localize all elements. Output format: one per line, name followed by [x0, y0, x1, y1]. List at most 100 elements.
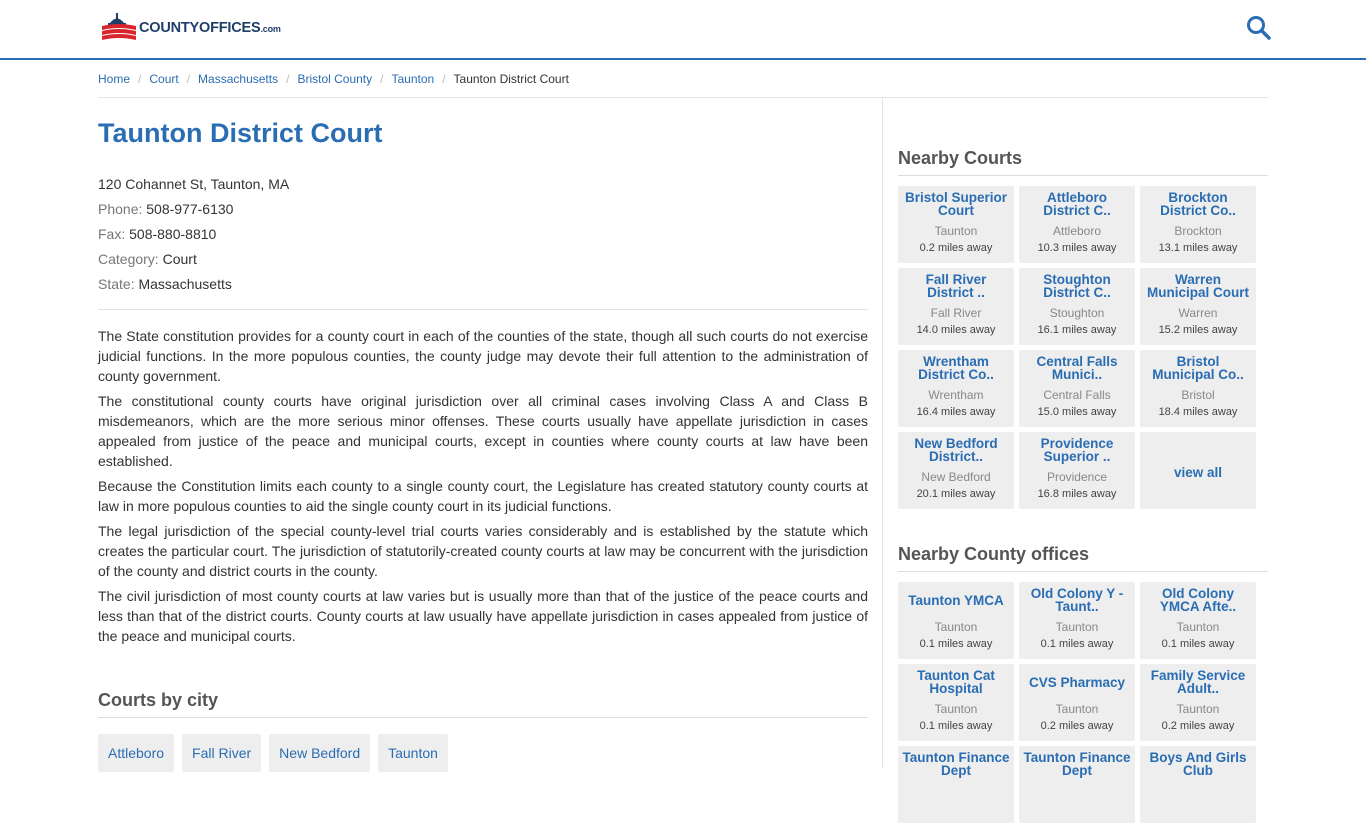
card-city: Taunton: [934, 620, 978, 634]
card-city: Taunton: [934, 224, 978, 238]
state-value: Massachusetts: [138, 276, 232, 292]
breadcrumb-city[interactable]: Taunton: [391, 72, 434, 86]
card-name: Taunton Finance Dept: [1023, 750, 1131, 778]
nearby-court-card[interactable]: Brockton District Co.. Brockton 13.1 miles…: [1140, 186, 1256, 263]
nearby-court-card[interactable]: Stoughton District C.. Stoughton 16.1 mile…: [1019, 268, 1135, 345]
card-name: Providence Superior ..: [1040, 436, 1114, 464]
nearby-court-card[interactable]: Attleboro District C.. Attleboro 10.3 mile…: [1019, 186, 1135, 263]
card-distance: 13.1 miles away: [1158, 242, 1238, 254]
city-link[interactable]: Taunton: [378, 734, 448, 772]
nearby-court-card[interactable]: Fall River District .. Fall River 14.0 mil…: [898, 268, 1014, 345]
card-name: Boys And Girls Club: [1149, 750, 1247, 778]
breadcrumb-home[interactable]: Home: [98, 72, 130, 86]
card-city: Brockton: [1174, 224, 1222, 238]
capitol-flag-icon: [102, 13, 136, 40]
card-distance: 14.0 miles away: [916, 324, 996, 336]
courts-by-city-heading: Courts by city: [98, 690, 868, 718]
nearby-office-card[interactable]: Taunton Finance Dept: [1019, 746, 1135, 823]
fax-label: Fax:: [98, 226, 126, 242]
card-distance: 0.2 miles away: [1161, 720, 1235, 732]
card-city: Fall River: [930, 306, 982, 320]
divider: [98, 309, 868, 310]
card-city: Bristol: [1181, 388, 1215, 402]
nearby-court-card[interactable]: Warren Municipal Court Warren 15.2 miles a…: [1140, 268, 1256, 345]
card-name: Family Service Adult..: [1150, 668, 1246, 696]
nearby-court-card[interactable]: Bristol Superior Court Taunton 0.2 miles a…: [898, 186, 1014, 263]
city-list: Attleboro Fall River New Bedford Taunton: [98, 734, 868, 772]
phone-value[interactable]: 508-977-6130: [146, 201, 233, 217]
nearby-court-card[interactable]: Providence Superior .. Providence 16.8 mil…: [1019, 432, 1135, 509]
card-city: Taunton: [1176, 620, 1220, 634]
nearby-court-card[interactable]: Bristol Municipal Co.. Bristol 18.4 miles …: [1140, 350, 1256, 427]
breadcrumb-county[interactable]: Bristol County: [297, 72, 372, 86]
nearby-office-card[interactable]: Family Service Adult.. Taunton 0.2 miles a…: [1140, 664, 1256, 741]
breadcrumb-state[interactable]: Massachusetts: [198, 72, 278, 86]
view-all-courts-button[interactable]: view all: [1140, 432, 1256, 509]
card-name: Central Falls Munici..: [1036, 354, 1118, 382]
description: The State constitution provides for a co…: [98, 326, 868, 646]
search-icon[interactable]: [1246, 15, 1272, 41]
phone-label: Phone:: [98, 201, 143, 217]
nearby-office-card[interactable]: Old Colony YMCA Afte.. Taunton 0.1 miles a…: [1140, 582, 1256, 659]
description-paragraph: Because the Constitution limits each cou…: [98, 478, 868, 514]
state-label: State:: [98, 276, 135, 292]
card-name: CVS Pharmacy: [1028, 674, 1126, 690]
card-city: Warren: [1178, 306, 1218, 320]
card-name: Taunton Finance Dept: [902, 750, 1010, 778]
card-distance: 0.1 miles away: [1161, 638, 1235, 650]
description-paragraph: The legal jurisdiction of the special co…: [98, 523, 868, 579]
card-name: Taunton Cat Hospital: [917, 668, 995, 696]
nearby-court-card[interactable]: Central Falls Munici.. Central Falls 15.0 …: [1019, 350, 1135, 427]
card-name: Bristol Superior Court: [904, 190, 1007, 218]
courts-by-city-section: Courts by city Attleboro Fall River New …: [98, 690, 868, 772]
card-name: Attleboro District C..: [1043, 190, 1111, 218]
card-distance: 10.3 miles away: [1037, 242, 1117, 254]
phone-line: Phone: 508-977-6130: [98, 197, 868, 222]
main-content: Taunton District Court 120 Cohannet St, …: [98, 98, 868, 651]
breadcrumb-court[interactable]: Court: [149, 72, 178, 86]
nearby-office-card[interactable]: Taunton Finance Dept: [898, 746, 1014, 823]
city-link[interactable]: Attleboro: [98, 734, 175, 772]
card-name: Old Colony YMCA Afte..: [1159, 586, 1237, 614]
city-link[interactable]: Fall River: [182, 734, 262, 772]
logo-wordmark: COUNTYOFFICES.com: [139, 20, 281, 36]
logo-part-offices: OFFICES: [199, 20, 261, 36]
card-city: Stoughton: [1049, 306, 1105, 320]
card-distance: 16.8 miles away: [1037, 488, 1117, 500]
description-paragraph: The civil jurisdiction of most county co…: [98, 588, 868, 644]
site-logo[interactable]: COUNTYOFFICES.com: [102, 11, 281, 41]
nearby-office-card[interactable]: Boys And Girls Club: [1140, 746, 1256, 823]
site-header: COUNTYOFFICES.com: [0, 0, 1366, 60]
card-city: Attleboro: [1052, 224, 1102, 238]
nearby-office-card[interactable]: Taunton YMCA Taunton 0.1 miles away: [898, 582, 1014, 659]
nearby-courts-grid: Bristol Superior Court Taunton 0.2 miles a…: [898, 186, 1268, 509]
nearby-court-card[interactable]: New Bedford District.. New Bedford 20.1 mi…: [898, 432, 1014, 509]
logo-part-county: COUNTY: [139, 20, 200, 36]
sidebar-divider: [882, 98, 883, 768]
card-distance: 20.1 miles away: [916, 488, 996, 500]
card-city: Taunton: [934, 702, 978, 716]
card-city: Taunton: [1055, 702, 1099, 716]
card-name: Brockton District Co..: [1160, 190, 1236, 218]
card-distance: 16.4 miles away: [916, 406, 996, 418]
nearby-office-card[interactable]: Taunton Cat Hospital Taunton 0.1 miles awa…: [898, 664, 1014, 741]
category-value: Court: [162, 251, 197, 267]
card-name: New Bedford District..: [914, 436, 998, 464]
card-distance: 0.1 miles away: [1040, 638, 1114, 650]
nearby-court-card[interactable]: Wrentham District Co.. Wrentham 16.4 miles…: [898, 350, 1014, 427]
city-link[interactable]: New Bedford: [269, 734, 371, 772]
card-distance: 15.2 miles away: [1158, 324, 1238, 336]
nearby-office-card[interactable]: Old Colony Y - Taunt.. Taunton 0.1 miles a…: [1019, 582, 1135, 659]
breadcrumb-current: Taunton District Court: [453, 71, 569, 86]
card-distance: 18.4 miles away: [1158, 406, 1238, 418]
breadcrumb: Home / Court / Massachusetts / Bristol C…: [98, 60, 1268, 98]
nearby-office-card[interactable]: CVS Pharmacy Taunton 0.2 miles away: [1019, 664, 1135, 741]
card-name: Warren Municipal Court: [1147, 272, 1249, 300]
description-paragraph: The constitutional county courts have or…: [98, 393, 868, 469]
address-value: 120 Cohannet St, Taunton, MA: [98, 176, 290, 192]
breadcrumb-separator: /: [286, 71, 290, 86]
card-name: Wrentham District Co..: [918, 354, 994, 382]
breadcrumb-separator: /: [186, 71, 191, 86]
card-distance: 0.2 miles away: [919, 242, 993, 254]
state-line: State: Massachusetts: [98, 272, 868, 297]
